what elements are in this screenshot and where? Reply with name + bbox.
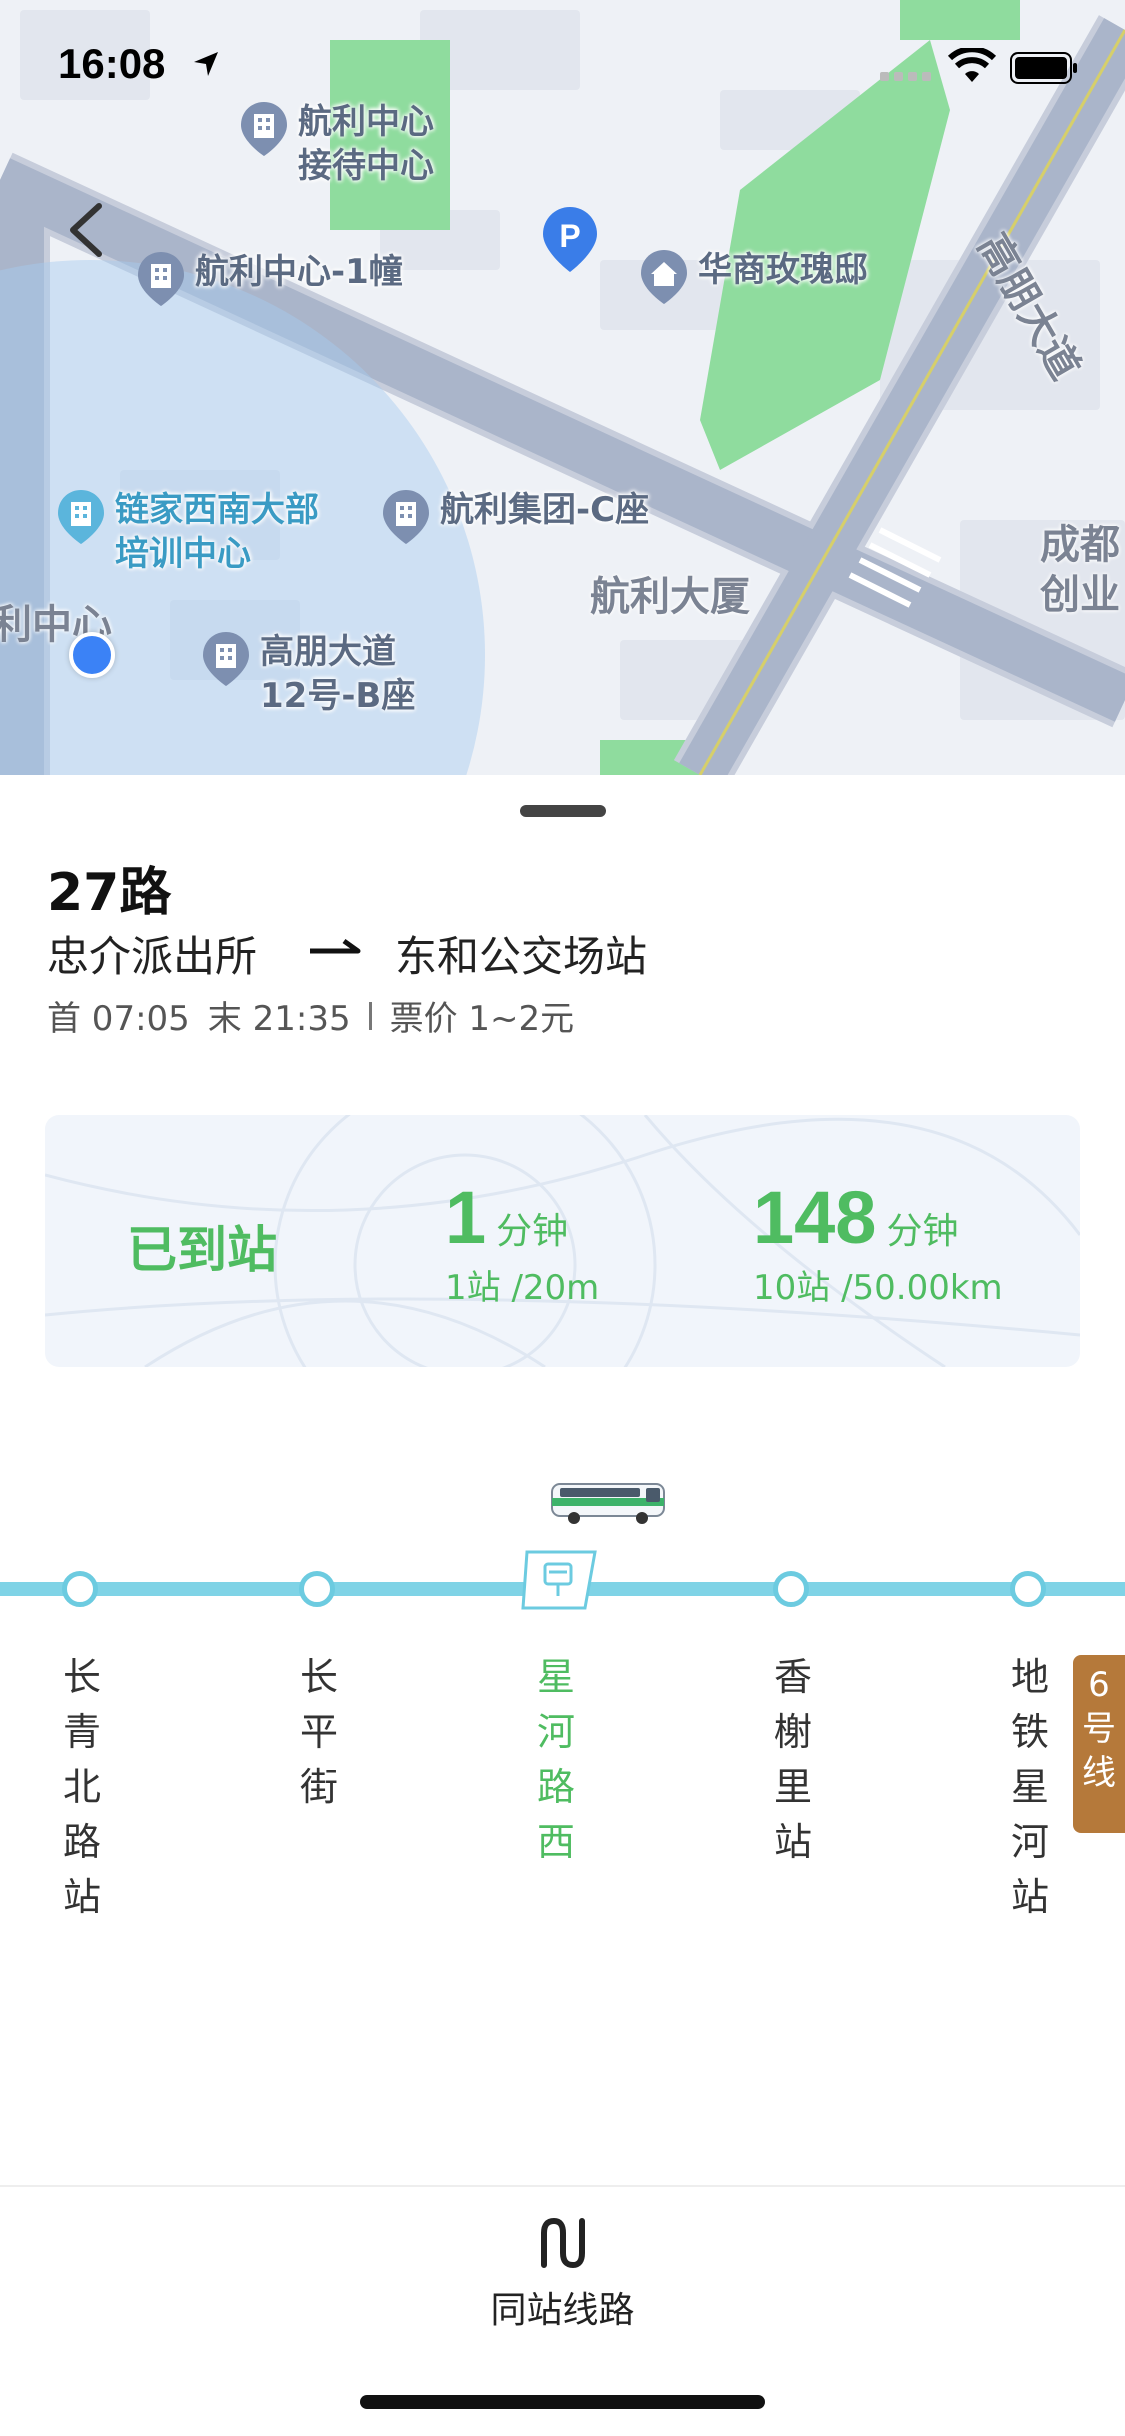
first-bus-time: 首 07:05 [47,999,190,1039]
stop-marker[interactable] [773,1571,809,1607]
route-detail-sheet: 27路 忠介派出所 东和公交场站 首 07:05 末 21:35 票价 1~2元… [0,775,1125,2436]
cellular-signal-icon [880,72,931,81]
parking-label: P [559,218,580,254]
building-icon [138,252,184,306]
stop-name[interactable]: 地 铁 星 河 站 [1005,1650,1055,1925]
following-bus-eta: 148 分钟 10站 /50.00km [753,1175,1003,1309]
stop-marker[interactable] [1010,1571,1046,1607]
eta-minutes: 148 [753,1176,877,1259]
poi-hangli-building-1[interactable]: 航利中心-1幢 [135,250,403,308]
route-name: 27路 [47,863,172,923]
poi-label: 航利中心-1幢 [195,252,403,292]
poi-label: 航利中心 接待中心 [298,102,434,186]
current-stop-marker-icon[interactable] [519,1550,599,1610]
route-switch-icon [540,2217,585,2269]
stop-name[interactable]: 长 青 北 路 站 [57,1650,107,1925]
stop-name[interactable]: 长 平 街 [294,1650,344,1815]
map-view[interactable]: 航利中心 接待中心 航利中心-1幢 华商玫瑰邸 链家西南大部 培训中心 航利集团… [0,0,1125,775]
same-station-label: 同站线路 [490,2290,635,2331]
location-arrow-icon [194,52,218,76]
stop-name[interactable]: 香 榭 里 站 [768,1650,818,1870]
metro-line-badge: 6 号 线 [1073,1655,1125,1833]
stop-name-current[interactable]: 星 河 路 西 [531,1650,581,1870]
poi-gaopeng-12b[interactable]: 高朋大道 12号-B座 [200,630,415,718]
residential-icon [641,250,687,304]
building-icon [203,632,249,686]
building-icon [383,490,429,544]
separator [368,1001,372,1030]
poi-label: 链家西南大部 培训中心 [115,490,319,574]
wifi-icon [948,48,996,82]
battery-icon [1010,52,1077,84]
next-bus-eta: 1 分钟 1站 /20m [445,1175,599,1309]
building-icon [241,102,287,156]
home-indicator[interactable] [360,2395,765,2409]
divider [0,2185,1125,2187]
stop-marker[interactable] [62,1571,98,1607]
eta-detail: 1站 /20m [445,1268,600,1308]
poi-lianjia-training[interactable]: 链家西南大部 培训中心 [55,488,319,576]
eta-unit: 分钟 [886,1211,959,1252]
arrival-status: 已到站 [127,1221,277,1279]
user-location-dot [69,632,115,678]
route-origin: 忠介派出所 [47,932,258,981]
eta-unit: 分钟 [496,1211,569,1252]
eta-detail: 10站 /50.00km [753,1268,1003,1308]
status-time: 16:08 [58,40,166,87]
fare: 票价 1~2元 [389,999,575,1039]
eta-card: 已到站 1 分钟 1站 /20m 148 分钟 10站 /50.00km [45,1115,1080,1367]
poi-label: 航利集团-C座 [440,490,650,530]
route-schedule: 首 07:05 末 21:35 票价 1~2元 [47,991,574,1040]
route-destination: 东和公交场站 [395,932,648,981]
same-station-routes-button[interactable]: 同站线路 [470,2215,655,2355]
bus-icon [551,1483,665,1524]
building-icon [58,490,104,544]
poi-label: 高朋大道 12号-B座 [260,632,416,716]
direction-arrow-icon [310,938,361,954]
poi-label: 华商玫瑰邸 [698,250,868,290]
poi-hangli-group-c[interactable]: 航利集团-C座 [380,488,649,546]
eta-minutes: 1 [445,1176,487,1259]
poi-hangli-reception[interactable]: 航利中心 接待中心 [238,100,434,188]
map-background [0,0,1125,775]
last-bus-time: 末 21:35 [207,999,351,1039]
parking-icon[interactable]: P [540,205,600,275]
back-button[interactable] [55,195,115,265]
map-edge-label-right: 成都 创业 [1040,522,1120,618]
stop-marker[interactable] [299,1571,335,1607]
chevron-left-icon [70,203,102,257]
poi-huashang-rose[interactable]: 华商玫瑰邸 [638,248,868,306]
drag-handle[interactable] [520,805,606,817]
map-building-label: 航利大厦 [590,574,750,620]
